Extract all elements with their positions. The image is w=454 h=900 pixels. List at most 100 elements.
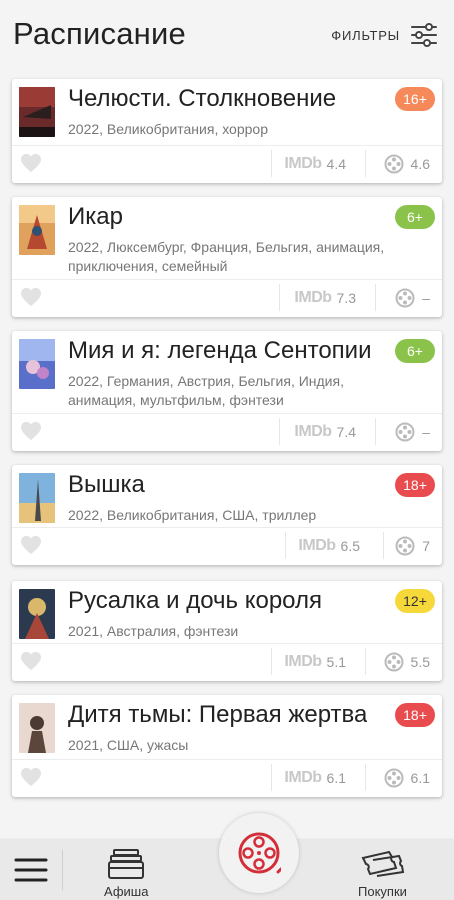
movie-title: Русалка и дочь короля xyxy=(68,587,322,614)
favorite-heart-icon[interactable] xyxy=(20,153,42,173)
footer-separator xyxy=(365,648,366,675)
imdb-rating: IMDb 4.4 xyxy=(284,154,346,174)
footer-separator xyxy=(365,764,366,791)
movie-meta: 2022, Германия, Австрия, Бельгия, Индия,… xyxy=(68,373,344,408)
movie-card[interactable]: Вышка 2022, Великобритания, США, триллер… xyxy=(12,465,442,565)
rating-value: 6.1 xyxy=(410,770,430,786)
cinema-reel-button[interactable] xyxy=(219,813,299,893)
imdb-rating: IMDb 6.5 xyxy=(298,536,360,556)
movie-card[interactable]: Икар 2022, Люксембург, Франция, Бельгия,… xyxy=(12,197,442,317)
imdb-logo: IMDb xyxy=(284,653,322,670)
movie-title: Мия и я: легенда Сентопии xyxy=(68,337,372,364)
nav-purchases[interactable]: Покупки xyxy=(358,848,407,899)
nav-purchases-label: Покупки xyxy=(358,884,407,899)
kinopoisk-rating: 7 xyxy=(395,536,430,556)
footer-separator xyxy=(271,648,272,675)
imdb-value: 6.1 xyxy=(326,770,346,786)
nav-separator xyxy=(62,850,63,890)
age-rating-badge: 6+ xyxy=(395,339,435,363)
imdb-rating: IMDb 6.1 xyxy=(284,768,346,788)
movie-title: Челюсти. Столкновение xyxy=(68,85,337,112)
imdb-logo: IMDb xyxy=(294,289,332,306)
kinopoisk-rating: 5.5 xyxy=(384,652,430,672)
age-rating-badge: 16+ xyxy=(395,87,435,111)
nav-afisha-label: Афиша xyxy=(104,884,149,899)
movie-meta: 2022, Люксембург, Франция, Бельгия, аним… xyxy=(68,239,385,274)
favorite-heart-icon[interactable] xyxy=(20,651,42,671)
film-reel-icon xyxy=(384,652,404,672)
footer-separator xyxy=(383,532,384,559)
page-title: Расписание xyxy=(13,16,186,51)
kinopoisk-rating: – xyxy=(395,422,430,442)
rating-value: – xyxy=(422,424,430,440)
footer-separator xyxy=(375,418,376,445)
movie-poster xyxy=(19,205,55,255)
movie-card[interactable]: Челюсти. Столкновение 2022, Великобритан… xyxy=(12,79,442,183)
imdb-value: 4.4 xyxy=(326,156,346,172)
card-footer: IMDb 4.4 4.6 xyxy=(12,145,442,183)
movie-title: Икар xyxy=(68,203,123,230)
movie-card[interactable]: Дитя тьмы: Первая жертва 2021, США, ужас… xyxy=(12,695,442,797)
tickets-icon xyxy=(361,850,405,877)
favorite-heart-icon[interactable] xyxy=(20,767,42,787)
movie-card[interactable]: Мия и я: легенда Сентопии 2022, Германия… xyxy=(12,331,442,451)
favorite-heart-icon[interactable] xyxy=(20,421,42,441)
movie-title: Вышка xyxy=(68,471,145,498)
rating-value: 4.6 xyxy=(410,156,430,172)
film-reel-icon xyxy=(384,154,404,174)
movie-poster xyxy=(19,473,55,523)
imdb-rating: IMDb 7.4 xyxy=(294,422,356,442)
movie-poster xyxy=(19,339,55,389)
movie-meta: 2022, Великобритания, США, триллер xyxy=(68,507,317,523)
film-reel-icon xyxy=(395,422,415,442)
footer-separator xyxy=(375,284,376,311)
imdb-rating: IMDb 5.1 xyxy=(284,652,346,672)
movie-meta: 2022, Великобритания, хоррор xyxy=(68,121,268,137)
footer-separator xyxy=(285,532,286,559)
kinopoisk-rating: 4.6 xyxy=(384,154,430,174)
imdb-logo: IMDb xyxy=(284,769,322,786)
rating-value: 5.5 xyxy=(410,654,430,670)
film-reel-icon xyxy=(384,768,404,788)
rating-value: 7 xyxy=(422,538,430,554)
imdb-logo: IMDb xyxy=(298,537,336,554)
movie-title: Дитя тьмы: Первая жертва xyxy=(68,701,368,728)
movie-meta: 2021, Австралия, фэнтези xyxy=(68,623,239,639)
card-footer: IMDb 6.1 6.1 xyxy=(12,759,442,797)
movie-poster xyxy=(19,87,55,137)
kinopoisk-rating: – xyxy=(395,288,430,308)
filters-button[interactable]: ФИЛЬТРЫ xyxy=(331,22,438,48)
age-rating-badge: 18+ xyxy=(395,473,435,497)
imdb-logo: IMDb xyxy=(284,155,322,172)
menu-icon[interactable] xyxy=(12,854,50,886)
movie-card[interactable]: Русалка и дочь короля 2021, Австралия, ф… xyxy=(12,581,442,681)
imdb-rating: IMDb 7.3 xyxy=(294,288,356,308)
film-reel-icon xyxy=(238,832,281,874)
footer-separator xyxy=(279,284,280,311)
card-footer: IMDb 7.4 – xyxy=(12,413,442,451)
footer-separator xyxy=(271,764,272,791)
afisha-icon xyxy=(108,849,145,879)
filters-icon xyxy=(411,23,437,47)
card-footer: IMDb 6.5 7 xyxy=(12,527,442,565)
nav-afisha[interactable]: Афиша xyxy=(104,848,148,899)
card-footer: IMDb 5.1 5.5 xyxy=(12,643,442,681)
age-rating-badge: 18+ xyxy=(395,703,435,727)
app-header: Расписание ФИЛЬТРЫ xyxy=(0,0,454,70)
favorite-heart-icon[interactable] xyxy=(20,287,42,307)
kinopoisk-rating: 6.1 xyxy=(384,768,430,788)
film-reel-icon xyxy=(395,536,415,556)
age-rating-badge: 6+ xyxy=(395,205,435,229)
favorite-heart-icon[interactable] xyxy=(20,535,42,555)
imdb-value: 6.5 xyxy=(340,538,360,554)
card-footer: IMDb 7.3 – xyxy=(12,279,442,317)
footer-separator xyxy=(279,418,280,445)
movie-poster xyxy=(19,589,55,639)
movie-meta: 2021, США, ужасы xyxy=(68,737,189,753)
footer-separator xyxy=(271,150,272,177)
movie-poster xyxy=(19,703,55,753)
film-reel-icon xyxy=(395,288,415,308)
footer-separator xyxy=(365,150,366,177)
rating-value: – xyxy=(422,290,430,306)
imdb-value: 5.1 xyxy=(326,654,346,670)
